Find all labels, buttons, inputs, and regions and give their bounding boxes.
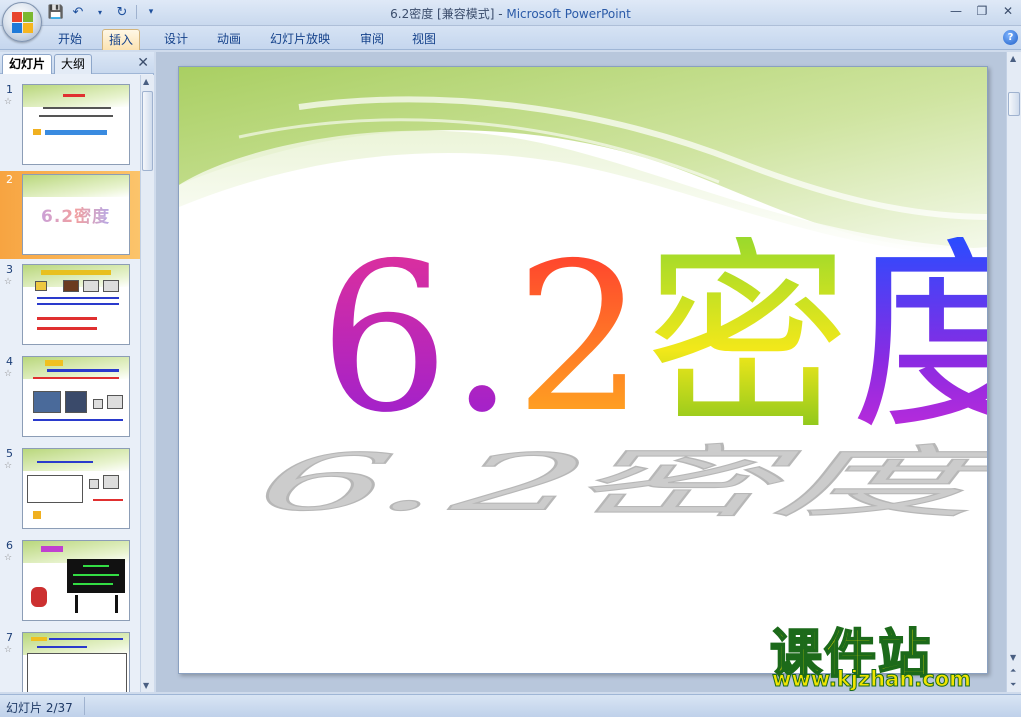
- minimize-icon[interactable]: —: [947, 3, 965, 19]
- thumbnail-list: 1 ☆ 2 6.2密度 3 ☆ 4 ☆ 5 ☆ 6 ☆ 7 ☆: [0, 75, 140, 692]
- scroll-up-icon[interactable]: ▲: [143, 77, 149, 86]
- title-char-mi: 密: [645, 220, 851, 458]
- slide-canvas[interactable]: 6.2密度 6. 2 密 度: [178, 66, 988, 674]
- slide-preview: 6.2密度: [22, 174, 130, 255]
- slide-preview: [22, 264, 130, 345]
- help-icon[interactable]: ?: [1003, 30, 1018, 45]
- slide-thumbnail-4[interactable]: 4 ☆: [0, 353, 140, 441]
- scroll-down-icon[interactable]: ▼: [143, 681, 149, 690]
- tab-slideshow[interactable]: 幻灯片放映: [264, 29, 336, 50]
- office-button[interactable]: [2, 2, 42, 42]
- tab-slides[interactable]: 幻灯片: [2, 54, 53, 74]
- slide-thumbnail-2[interactable]: 2 6.2密度: [0, 171, 140, 259]
- editor-scrollbar[interactable]: ▲ ▼ ⏶ ⏷: [1006, 52, 1021, 692]
- slide-number: 4: [6, 355, 13, 368]
- slide-panel: 幻灯片 大纲 ✕ 1 ☆ 2 6.2密度 3 ☆ 4 ☆ 5 ☆ 6 ☆ 7 ☆…: [0, 52, 154, 692]
- previous-slide-icon[interactable]: ⏶: [1010, 666, 1016, 676]
- window-controls: — ❐ ✕: [947, 3, 1017, 19]
- slide-preview: [22, 84, 130, 165]
- tab-design[interactable]: 设计: [158, 29, 194, 50]
- title-bar: 💾 ↶ ▾ ↻ ▾ 6.2密度 [兼容模式] - Microsoft Power…: [0, 0, 1021, 26]
- animation-star-icon: ☆: [4, 645, 13, 655]
- slide-preview: [22, 448, 130, 529]
- slide-thumbnail-7[interactable]: 7 ☆: [0, 629, 140, 692]
- slide-thumbnail-3[interactable]: 3 ☆: [0, 261, 140, 349]
- slide-editor: 6.2密度 6. 2 密 度: [156, 52, 1006, 692]
- tab-outline[interactable]: 大纲: [54, 54, 93, 74]
- tab-animation[interactable]: 动画: [211, 29, 247, 50]
- ribbon-tabs: 开始 插入 设计 动画 幻灯片放映 审阅 视图 ?: [0, 26, 1021, 50]
- separator: [84, 697, 85, 715]
- thumbnail-scrollbar[interactable]: ▲ ▼: [140, 75, 154, 692]
- tab-insert[interactable]: 插入: [102, 29, 141, 50]
- slide-preview: [22, 356, 130, 437]
- title-char-2: 2: [514, 220, 646, 458]
- tab-view[interactable]: 视图: [406, 29, 442, 50]
- animation-star-icon: ☆: [4, 553, 13, 563]
- watermark-url: www.kjzhan.com: [771, 667, 972, 692]
- slide-number: 7: [6, 631, 13, 644]
- slide-number: 5: [6, 447, 13, 460]
- status-bar: 幻灯片 2/37: [0, 694, 1021, 717]
- slide-number: 6: [6, 539, 13, 552]
- animation-star-icon: ☆: [4, 461, 13, 471]
- slide-thumbnail-1[interactable]: 1 ☆: [0, 81, 140, 169]
- office-logo-icon: [12, 12, 33, 33]
- scroll-up-icon[interactable]: ▲: [1010, 54, 1016, 63]
- slide-number: 1: [6, 83, 13, 96]
- animation-star-icon: ☆: [4, 97, 13, 107]
- panel-tabs: 幻灯片 大纲 ✕: [0, 52, 154, 74]
- maximize-icon[interactable]: ❐: [973, 3, 991, 19]
- slide-thumbnail-5[interactable]: 5 ☆: [0, 445, 140, 533]
- animation-star-icon: ☆: [4, 369, 13, 379]
- slide-preview: [22, 632, 130, 692]
- thumbnail-title: 6.2密度: [41, 202, 110, 227]
- scroll-thumb[interactable]: [1008, 92, 1020, 116]
- slide-title[interactable]: 6. 2 密 度: [319, 220, 987, 458]
- tab-home[interactable]: 开始: [52, 29, 88, 50]
- animation-star-icon: ☆: [4, 277, 13, 287]
- close-icon[interactable]: ✕: [137, 55, 149, 71]
- slide-preview: [22, 540, 130, 621]
- scroll-thumb[interactable]: [142, 91, 153, 171]
- slide-thumbnail-6[interactable]: 6 ☆: [0, 537, 140, 625]
- slide-number: 3: [6, 263, 13, 276]
- tab-review[interactable]: 审阅: [354, 29, 390, 50]
- slide-number: 2: [6, 173, 13, 186]
- close-icon[interactable]: ✕: [999, 3, 1017, 19]
- next-slide-icon[interactable]: ⏷: [1010, 680, 1016, 690]
- scroll-down-icon[interactable]: ▼: [1010, 653, 1016, 662]
- title-char-du: 度: [850, 237, 987, 442]
- title-char-6: 6.: [319, 220, 515, 458]
- window-title: 6.2密度 [兼容模式] - Microsoft PowerPoint: [390, 7, 631, 21]
- slide-counter: 幻灯片 2/37: [6, 701, 73, 715]
